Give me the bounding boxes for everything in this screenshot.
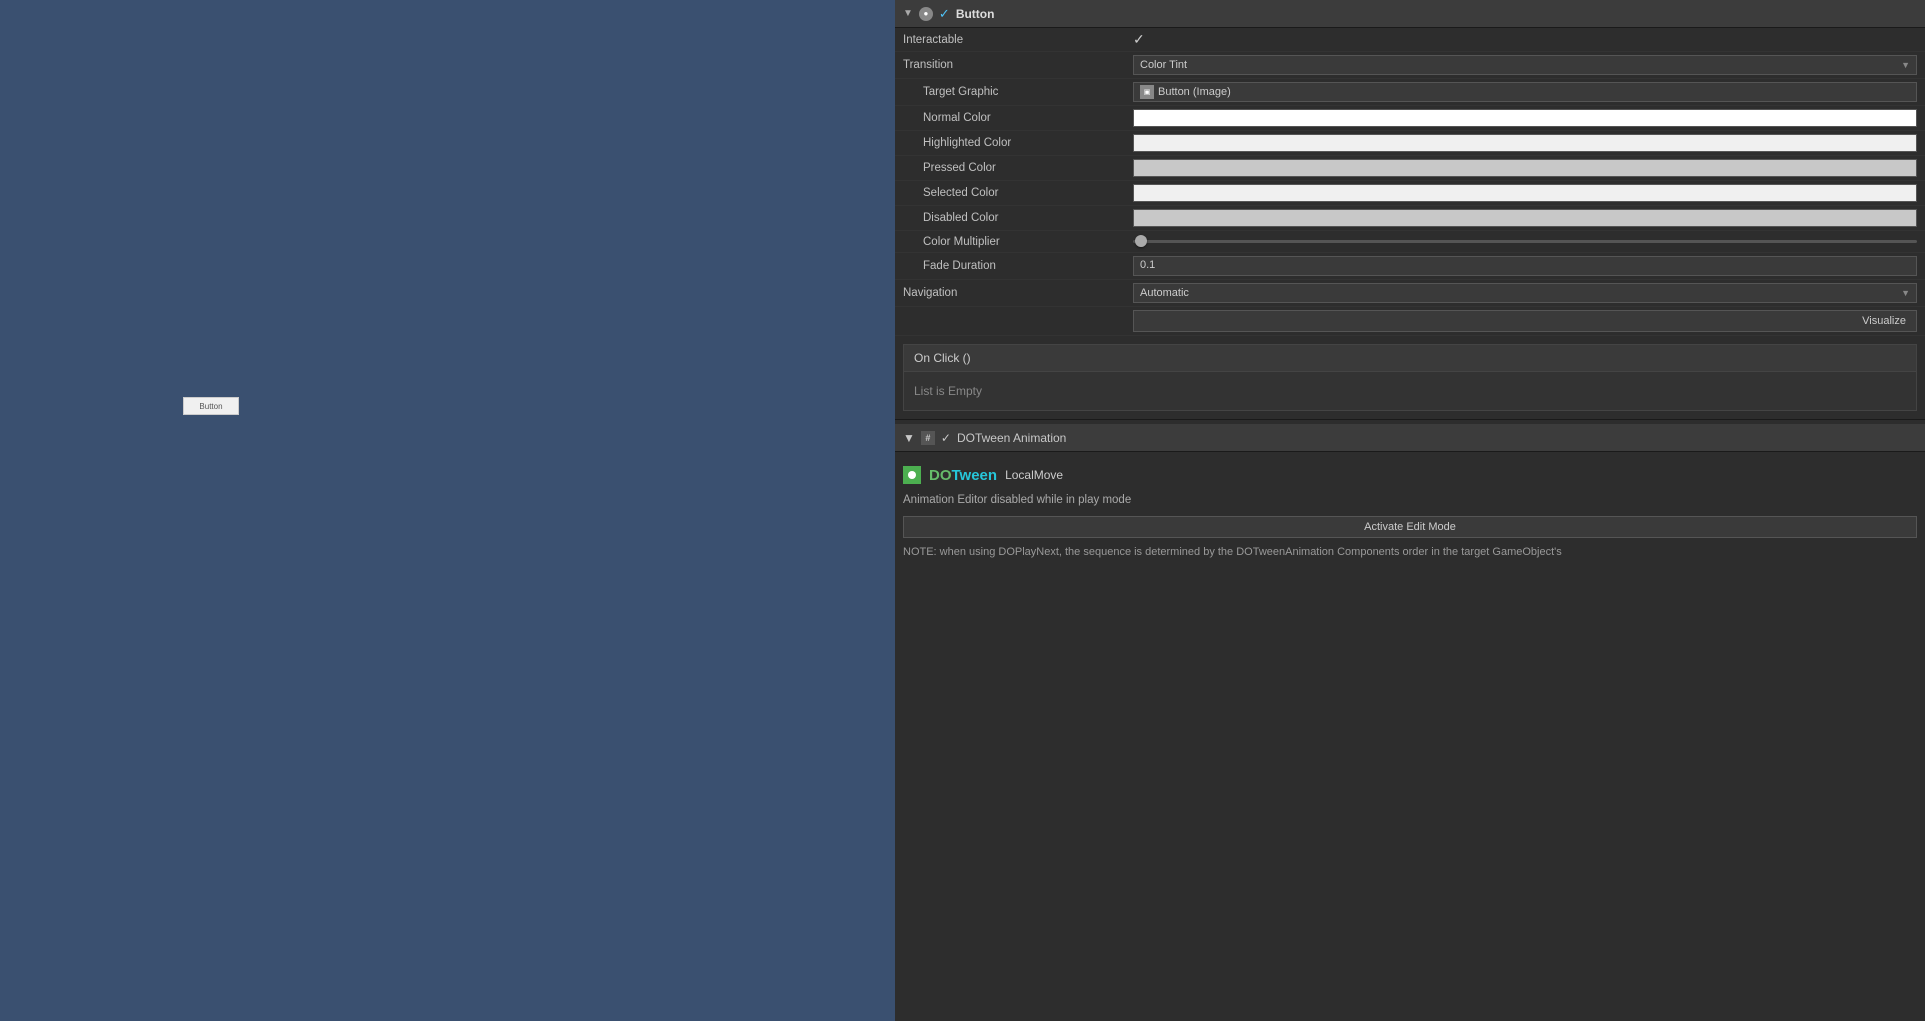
selected-color-row: Selected Color bbox=[895, 181, 1925, 206]
separator bbox=[895, 419, 1925, 420]
pressed-color-label: Pressed Color bbox=[903, 162, 1133, 174]
dotween-section: ▼ # ✓ DOTween Animation DOTween LocalMov… bbox=[895, 424, 1925, 569]
inspector-panel: ▼ ● ✓ Button Interactable ✓ Transition C… bbox=[895, 0, 1925, 1021]
disabled-color-field[interactable] bbox=[1133, 209, 1917, 227]
dotween-note-text: NOTE: when using DOPlayNext, the sequenc… bbox=[903, 544, 1917, 561]
dotween-logo-dot bbox=[908, 471, 916, 479]
disabled-color-value bbox=[1133, 209, 1917, 227]
pressed-color-field[interactable] bbox=[1133, 159, 1917, 177]
pressed-color-swatch[interactable] bbox=[1133, 159, 1917, 177]
onclick-header: On Click () bbox=[904, 345, 1916, 372]
fade-duration-value-col: 0.1 bbox=[1133, 256, 1917, 276]
transition-dropdown-text: Color Tint bbox=[1140, 59, 1187, 71]
button-component-title: Button bbox=[956, 7, 995, 21]
color-multiplier-value bbox=[1133, 240, 1917, 243]
button-component-header[interactable]: ▼ ● ✓ Button bbox=[895, 0, 1925, 28]
disabled-color-label: Disabled Color bbox=[903, 212, 1133, 224]
fade-duration-text: 0.1 bbox=[1140, 259, 1155, 271]
highlighted-color-field[interactable] bbox=[1133, 134, 1917, 152]
navigation-label: Navigation bbox=[903, 287, 1133, 299]
pressed-color-value bbox=[1133, 159, 1917, 177]
color-multiplier-thumb[interactable] bbox=[1135, 235, 1147, 247]
scene-ui-button: Button bbox=[183, 397, 239, 415]
dotween-disabled-message: Animation Editor disabled while in play … bbox=[903, 490, 1917, 510]
fade-duration-input[interactable]: 0.1 bbox=[1133, 256, 1917, 276]
disabled-color-row: Disabled Color bbox=[895, 206, 1925, 231]
interactable-value: ✓ bbox=[1133, 31, 1917, 48]
dotween-do-text: DO bbox=[929, 467, 952, 484]
visualize-button[interactable]: Visualize bbox=[1133, 310, 1917, 332]
dotween-body: DOTween LocalMove Animation Editor disab… bbox=[895, 452, 1925, 569]
target-graphic-text: Button (Image) bbox=[1158, 86, 1231, 98]
transition-row: Transition Color Tint ▼ bbox=[895, 52, 1925, 79]
pressed-color-row: Pressed Color bbox=[895, 156, 1925, 181]
dotween-component-header[interactable]: ▼ # ✓ DOTween Animation bbox=[895, 424, 1925, 452]
onclick-header-label: On Click () bbox=[914, 351, 971, 365]
selected-color-field[interactable] bbox=[1133, 184, 1917, 202]
onclick-section: On Click () List is Empty bbox=[903, 344, 1917, 411]
selected-color-swatch[interactable] bbox=[1133, 184, 1917, 202]
scene-panel: Button bbox=[0, 0, 895, 1021]
color-multiplier-row: Color Multiplier bbox=[895, 231, 1925, 253]
transition-dropdown[interactable]: Color Tint ▼ bbox=[1133, 55, 1917, 75]
fade-duration-row: Fade Duration 0.1 bbox=[895, 253, 1925, 280]
fade-duration-label: Fade Duration bbox=[903, 260, 1133, 272]
selected-color-value bbox=[1133, 184, 1917, 202]
color-multiplier-label: Color Multiplier bbox=[903, 236, 1133, 248]
dotween-enable-checkbox[interactable]: ✓ bbox=[941, 431, 951, 445]
transition-value-col: Color Tint ▼ bbox=[1133, 55, 1917, 75]
normal-color-row: Normal Color bbox=[895, 106, 1925, 131]
normal-color-field[interactable] bbox=[1133, 109, 1917, 127]
component-circle-icon: ● bbox=[919, 7, 933, 21]
navigation-dropdown-arrow-icon: ▼ bbox=[1901, 288, 1910, 298]
navigation-dropdown-text: Automatic bbox=[1140, 287, 1189, 299]
collapse-arrow-icon[interactable]: ▼ bbox=[903, 8, 913, 19]
interactable-row: Interactable ✓ bbox=[895, 28, 1925, 52]
highlighted-color-label: Highlighted Color bbox=[903, 137, 1133, 149]
enable-checkbox[interactable]: ✓ bbox=[939, 6, 950, 22]
dotween-component-title: DOTween Animation bbox=[957, 431, 1066, 445]
selected-color-label: Selected Color bbox=[903, 187, 1133, 199]
scene-button-label: Button bbox=[199, 402, 222, 411]
dotween-logo-text: DOTween bbox=[929, 467, 997, 484]
dotween-localmove-label: LocalMove bbox=[1005, 468, 1063, 482]
normal-color-swatch[interactable] bbox=[1133, 109, 1917, 127]
interactable-check-icon[interactable]: ✓ bbox=[1133, 31, 1145, 48]
target-graphic-row: Target Graphic ▣ Button (Image) bbox=[895, 79, 1925, 106]
color-multiplier-slider-container bbox=[1133, 240, 1917, 243]
highlighted-color-value bbox=[1133, 134, 1917, 152]
dotween-logo-row: DOTween LocalMove bbox=[903, 460, 1917, 490]
dotween-hash-icon: # bbox=[921, 431, 935, 445]
activate-edit-mode-button[interactable]: Activate Edit Mode bbox=[903, 516, 1917, 538]
navigation-value-col: Automatic ▼ bbox=[1133, 283, 1917, 303]
highlighted-color-row: Highlighted Color bbox=[895, 131, 1925, 156]
dropdown-arrow-icon: ▼ bbox=[1901, 60, 1910, 70]
normal-color-value bbox=[1133, 109, 1917, 127]
target-graphic-label: Target Graphic bbox=[903, 86, 1133, 98]
target-graphic-field[interactable]: ▣ Button (Image) bbox=[1133, 82, 1917, 102]
interactable-label: Interactable bbox=[903, 34, 1133, 46]
target-graphic-value-col: ▣ Button (Image) bbox=[1133, 82, 1917, 102]
dotween-collapse-arrow-icon[interactable]: ▼ bbox=[903, 431, 915, 445]
image-icon: ▣ bbox=[1140, 85, 1154, 99]
dotween-logo-box bbox=[903, 466, 921, 484]
transition-label: Transition bbox=[903, 59, 1133, 71]
navigation-dropdown[interactable]: Automatic ▼ bbox=[1133, 283, 1917, 303]
navigation-row: Navigation Automatic ▼ bbox=[895, 280, 1925, 307]
visualize-value-col: Visualize bbox=[1133, 310, 1917, 332]
onclick-body: List is Empty bbox=[904, 372, 1916, 410]
visualize-row: Visualize bbox=[895, 307, 1925, 336]
disabled-color-swatch[interactable] bbox=[1133, 209, 1917, 227]
highlighted-color-swatch[interactable] bbox=[1133, 134, 1917, 152]
list-empty-label: List is Empty bbox=[914, 384, 982, 398]
normal-color-label: Normal Color bbox=[903, 112, 1133, 124]
color-multiplier-track[interactable] bbox=[1133, 240, 1917, 243]
dotween-tween-text: Tween bbox=[952, 467, 998, 484]
